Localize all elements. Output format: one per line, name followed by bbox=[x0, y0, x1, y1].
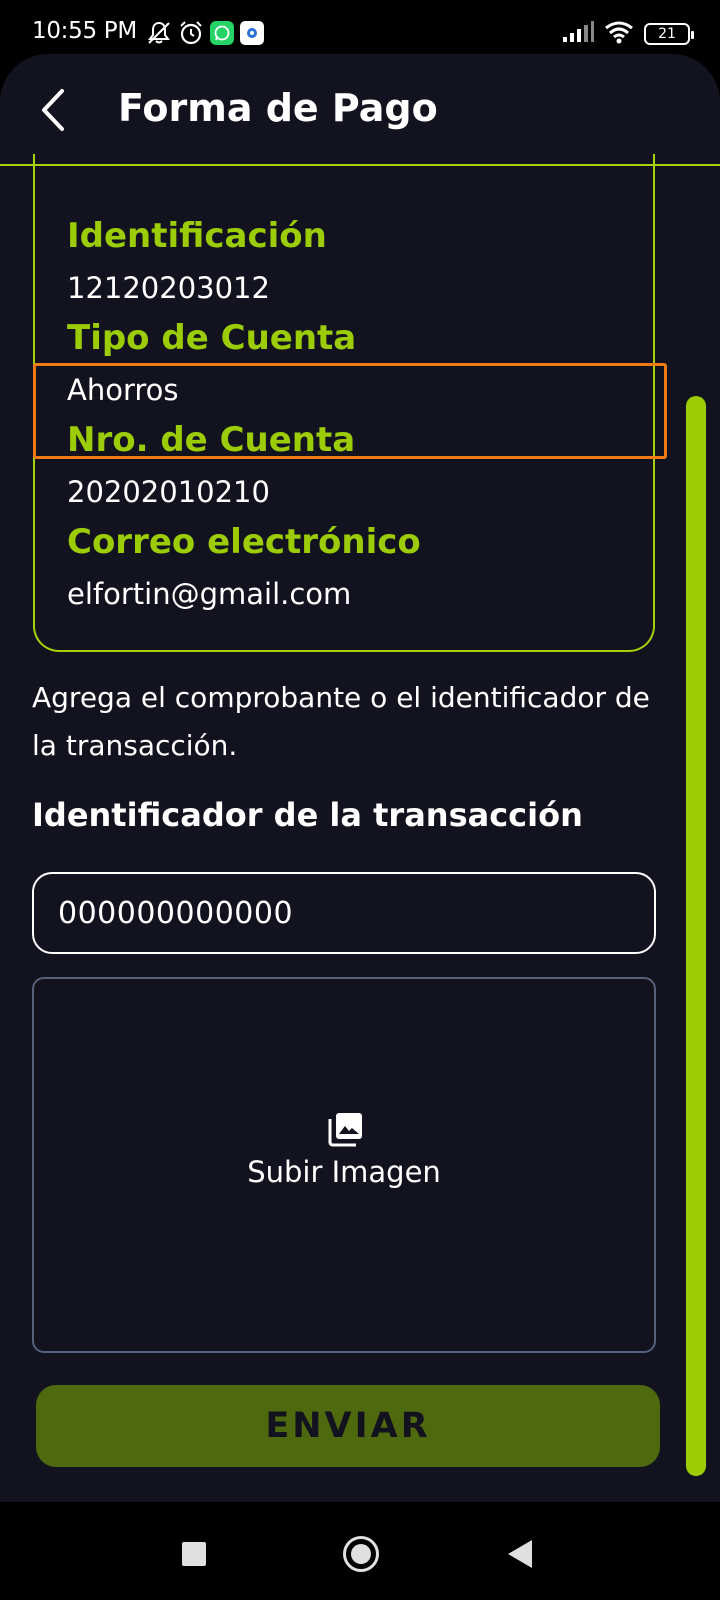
wifi-icon bbox=[604, 20, 634, 48]
account-number-value: 20202010210 bbox=[67, 475, 270, 509]
nav-home-button[interactable] bbox=[343, 1536, 379, 1572]
photo-library-icon bbox=[328, 1113, 362, 1147]
status-time: 10:55 PM bbox=[32, 18, 137, 44]
transaction-id-input[interactable] bbox=[32, 872, 656, 954]
status-bar: 10:55 PM 21 bbox=[0, 0, 720, 62]
account-type-value: Ahorros bbox=[67, 373, 179, 407]
app-notification-icon bbox=[240, 21, 264, 45]
account-number-label: Nro. de Cuenta bbox=[67, 420, 356, 460]
whatsapp-icon bbox=[210, 21, 234, 45]
system-nav-bar bbox=[0, 1502, 720, 1600]
signal-icon bbox=[562, 21, 594, 47]
scrollbar[interactable] bbox=[686, 396, 706, 1476]
status-icons-right: 21 bbox=[562, 20, 694, 48]
transaction-section-title: Identificador de la transacción bbox=[32, 796, 583, 834]
screen: 10:55 PM 21 Forma de Pago Identificación… bbox=[0, 0, 720, 1600]
instructions-text: Agrega el comprobante o el identificador… bbox=[32, 681, 650, 762]
email-value: elfortin@gmail.com bbox=[67, 577, 352, 611]
submit-button[interactable]: ENVIAR bbox=[36, 1385, 660, 1467]
account-info-card: Identificación 12120203012 Tipo de Cuent… bbox=[33, 154, 655, 652]
status-icons-left bbox=[146, 20, 264, 46]
back-button[interactable] bbox=[30, 82, 74, 138]
app-screen: Forma de Pago Identificación 12120203012… bbox=[0, 54, 720, 1502]
account-type-label: Tipo de Cuenta bbox=[67, 318, 357, 358]
muted-icon bbox=[146, 20, 172, 46]
chevron-left-icon bbox=[42, 89, 64, 131]
upload-image-label: Subir Imagen bbox=[247, 1155, 441, 1189]
alarm-icon bbox=[178, 20, 204, 46]
identification-value: 12120203012 bbox=[67, 271, 270, 305]
battery-icon: 21 bbox=[644, 23, 694, 45]
email-label: Correo electrónico bbox=[67, 522, 421, 562]
page-title: Forma de Pago bbox=[118, 86, 438, 130]
identification-label: Identificación bbox=[67, 216, 327, 256]
upload-image-area[interactable]: Subir Imagen bbox=[32, 977, 656, 1353]
nav-back-button[interactable] bbox=[508, 1540, 532, 1568]
app-header: Forma de Pago bbox=[0, 54, 720, 166]
nav-recents-button[interactable] bbox=[182, 1542, 206, 1566]
